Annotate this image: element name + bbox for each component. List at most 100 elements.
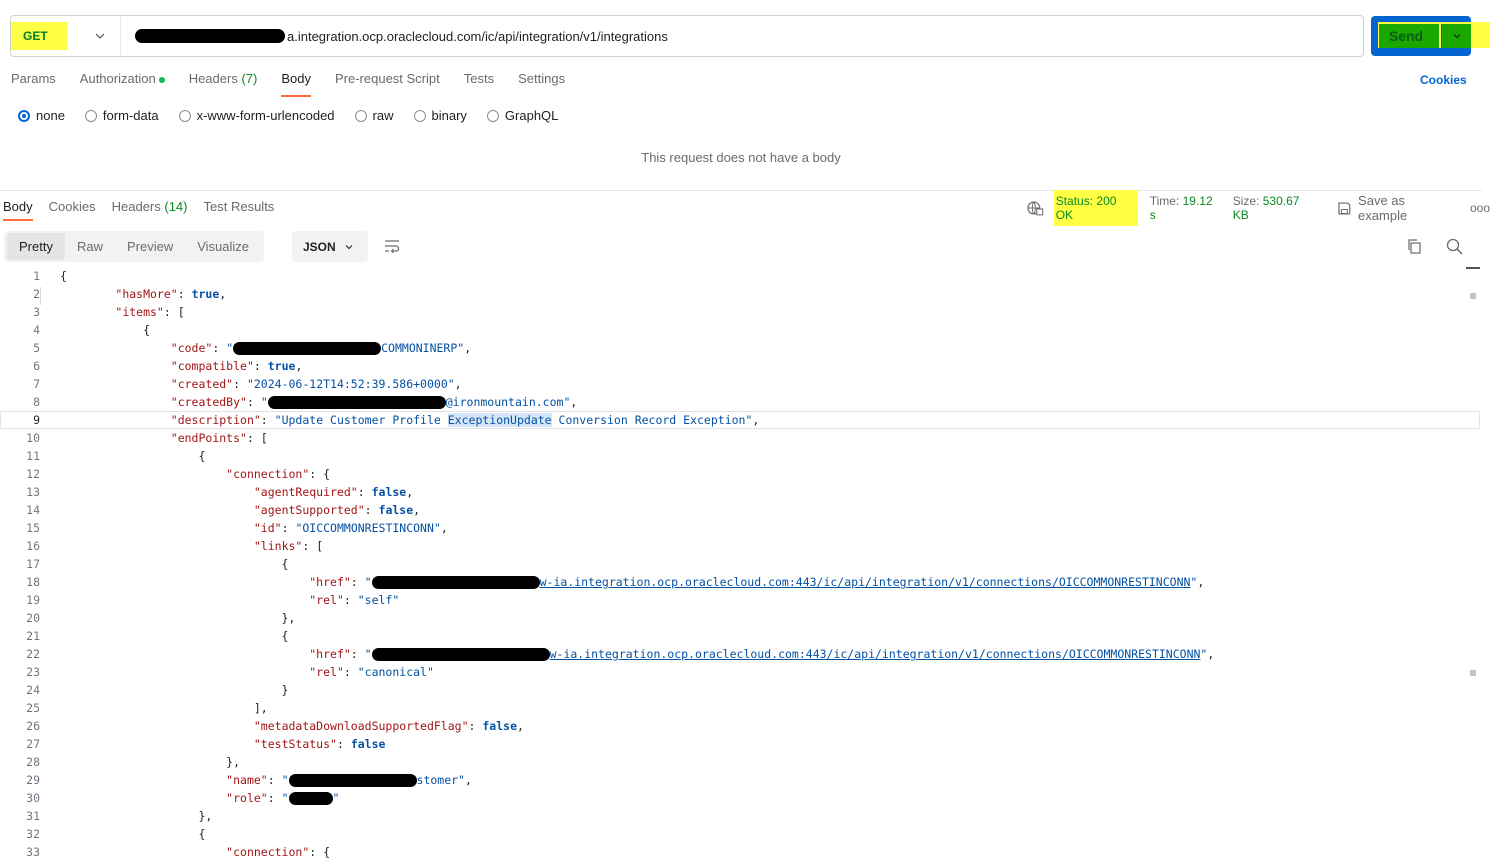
code-line: 19 "rel": "self" <box>26 593 400 607</box>
code-line: 25 ], <box>26 701 268 715</box>
tab-headers[interactable]: Headers (7) <box>189 71 258 91</box>
send-options-button[interactable] <box>1441 24 1471 48</box>
search-icon[interactable] <box>1446 238 1463 255</box>
view-pretty[interactable]: Pretty <box>7 233 65 260</box>
radio-graphql[interactable]: GraphQL <box>486 108 558 123</box>
view-preview[interactable]: Preview <box>115 233 185 260</box>
method-select[interactable]: GET <box>11 16 121 56</box>
redaction <box>135 29 285 43</box>
size-label: Size: <box>1232 194 1260 208</box>
tab-params[interactable]: Params <box>11 71 56 91</box>
tab-body[interactable]: Body <box>281 71 311 97</box>
method-label: GET <box>23 29 48 43</box>
radio-icon <box>354 109 367 122</box>
response-body-viewer[interactable]: 1{ 2 "hasMore": true, 3 "items": [ 4 { 5… <box>0 267 1480 862</box>
code-line: 15 "id": "OICCOMMONRESTINCONN", <box>26 521 448 535</box>
tab-tests[interactable]: Tests <box>464 71 494 91</box>
save-example-label: Save as example <box>1358 193 1408 223</box>
radio-label: none <box>36 108 65 123</box>
code-line: 11 { <box>26 449 206 463</box>
radio-checked-icon <box>18 109 30 122</box>
radio-icon <box>84 109 97 122</box>
tab-response-body[interactable]: Body <box>3 199 33 221</box>
radio-label: form-data <box>102 108 159 123</box>
time-label: Time: <box>1149 194 1180 208</box>
no-body-message: This request does not have a body <box>641 150 841 165</box>
tab-settings[interactable]: Settings <box>518 71 565 91</box>
url-text: a.integration.ocp.oraclecloud.com/ic/api… <box>287 28 668 44</box>
code-line: 17 { <box>26 557 289 571</box>
radio-label: raw <box>372 108 394 123</box>
code-line: 10 "endPoints": [ <box>26 431 268 445</box>
format-label: JSON <box>303 239 336 254</box>
tab-label: Test Results <box>203 199 275 214</box>
code-line: 27 "testStatus": false <box>26 737 386 751</box>
code-line: 4 { <box>33 323 151 337</box>
tab-label: Headers <box>188 71 238 86</box>
radio-binary[interactable]: binary <box>413 108 467 123</box>
body-type-radios: none form-data x-www-form-urlencoded raw… <box>18 108 578 123</box>
view-mode-toggle: Pretty Raw Preview Visualize <box>4 231 265 262</box>
save-as-example-button[interactable]: Save as example <box>1337 193 1456 223</box>
tab-count: (7) <box>241 71 258 86</box>
code-line: 3 "items": [ <box>33 305 185 319</box>
code-line: 24 } <box>26 683 289 697</box>
code-line: 1{ <box>33 269 67 283</box>
tab-label: Cookies <box>48 199 96 214</box>
scrollbar[interactable] <box>1466 267 1480 862</box>
tab-test-results[interactable]: Test Results <box>204 199 275 214</box>
wrap-lines-icon[interactable] <box>383 238 401 254</box>
send-button[interactable]: Send <box>1371 16 1441 56</box>
tab-pre-request-script[interactable]: Pre-request Script <box>335 71 440 91</box>
format-select[interactable]: JSON <box>292 231 368 262</box>
code-line: 29 "name": " stomer", <box>26 773 472 787</box>
radio-label: binary <box>431 108 467 123</box>
tab-label: Headers <box>111 199 161 214</box>
scroll-marker <box>1470 293 1476 299</box>
code-line: 21 { <box>26 629 289 643</box>
time-info[interactable]: Time: 19.12 s <box>1150 194 1221 222</box>
tab-label: Body <box>3 199 33 214</box>
radio-label: x-www-form-urlencoded <box>196 108 335 123</box>
code-line: 30 "role": " " <box>26 791 340 805</box>
divider <box>0 190 1482 191</box>
tab-authorization[interactable]: Authorization <box>80 71 165 91</box>
code-line: 9 "description": "Update Customer Profil… <box>0 411 1480 429</box>
url-bar: GET a.integration.ocp.oraclecloud.com/ic… <box>10 15 1364 57</box>
size-info[interactable]: Size: 530.67 KB <box>1233 194 1318 222</box>
tab-response-cookies[interactable]: Cookies <box>49 199 96 214</box>
radio-form-data[interactable]: form-data <box>84 108 159 123</box>
tab-response-headers[interactable]: Headers (14) <box>112 199 188 214</box>
radio-raw[interactable]: raw <box>354 108 394 123</box>
tab-label: Authorization <box>79 71 156 86</box>
code-line: 26 "metadataDownloadSupportedFlag": fals… <box>26 719 524 733</box>
copy-icon[interactable] <box>1406 238 1423 255</box>
more-options-icon[interactable]: ooo <box>1470 201 1490 215</box>
code-line: 2 "hasMore": true, <box>0 285 1480 305</box>
tab-label: Settings <box>518 71 566 86</box>
radio-x-www-form-urlencoded[interactable]: x-www-form-urlencoded <box>178 108 335 123</box>
request-tabs: Params Authorization Headers (7) Body Pr… <box>11 71 589 97</box>
code-line: 6 "compatible": true, <box>33 359 303 373</box>
cookies-link[interactable]: Cookies <box>1420 73 1467 87</box>
radio-none[interactable]: none <box>18 108 65 123</box>
globe-icon[interactable] <box>1026 199 1044 217</box>
code-line: 12 "connection": { <box>26 467 331 481</box>
code-line: 33 "connection": { <box>26 845 331 859</box>
view-raw[interactable]: Raw <box>65 233 115 260</box>
scrollbar-thumb[interactable] <box>1466 267 1480 269</box>
code-line: 16 "links": [ <box>26 539 324 553</box>
radio-icon <box>486 109 499 122</box>
url-input[interactable]: a.integration.ocp.oraclecloud.com/ic/api… <box>121 29 1363 44</box>
code-line: 28 }, <box>26 755 241 769</box>
tab-label: Params <box>11 71 56 86</box>
response-tabs: Body Cookies Headers (14) Test Results <box>3 199 290 221</box>
tab-label: Pre-request Script <box>334 71 440 86</box>
tab-label: Tests <box>463 71 495 86</box>
code-line: 20 }, <box>26 611 296 625</box>
status-badge[interactable]: Status: 200 OK <box>1053 190 1138 226</box>
view-visualize[interactable]: Visualize <box>185 233 261 260</box>
code-line: 32 { <box>26 827 206 841</box>
code-line: 22 "href": " w-ia.integration.ocp.oraclec… <box>26 647 1215 661</box>
chevron-down-icon <box>345 244 353 249</box>
